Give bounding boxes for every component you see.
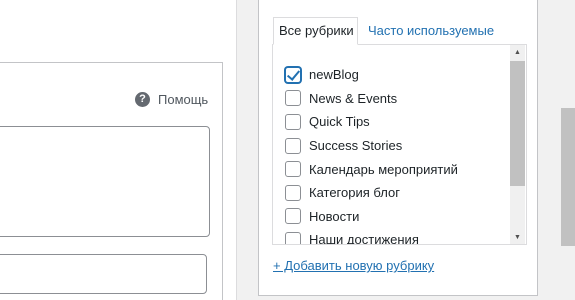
category-checkbox[interactable]: [285, 90, 301, 107]
category-item[interactable]: newBlog: [285, 63, 458, 87]
category-checkbox[interactable]: [285, 113, 301, 130]
category-list: newBlog News & Events Quick Tips Success…: [285, 63, 458, 245]
category-checkbox[interactable]: [285, 66, 301, 83]
category-checklist: newBlog News & Events Quick Tips Success…: [272, 44, 527, 245]
category-label: Календарь мероприятий: [309, 161, 458, 177]
tab-all-categories-label: Все рубрики: [279, 23, 354, 38]
category-scrollbar[interactable]: ▲ ▼: [510, 45, 525, 244]
category-label: Наши достижения: [309, 232, 419, 245]
category-checkbox[interactable]: [285, 231, 301, 244]
scroll-up-arrow-icon[interactable]: ▲: [510, 45, 525, 59]
question-circle-icon: ?: [135, 91, 150, 107]
category-checkbox[interactable]: [285, 208, 301, 225]
text-input[interactable]: [0, 254, 207, 294]
category-item[interactable]: Календарь мероприятий: [285, 157, 458, 181]
tab-most-used-label: Часто используемые: [368, 23, 495, 38]
excerpt-textarea[interactable]: [0, 126, 210, 237]
tab-all-categories[interactable]: Все рубрики: [273, 17, 358, 45]
category-item[interactable]: News & Events: [285, 87, 458, 111]
help-link[interactable]: ? Помощь: [135, 91, 208, 107]
category-item[interactable]: Новости: [285, 205, 458, 229]
category-label: Новости: [309, 208, 360, 224]
page-scrollbar-thumb[interactable]: [561, 108, 575, 246]
category-checkbox[interactable]: [285, 184, 301, 201]
category-label: Success Stories: [309, 138, 403, 154]
help-label: Помощь: [158, 91, 209, 107]
category-checkbox[interactable]: [285, 137, 301, 154]
category-item[interactable]: Наши достижения: [285, 228, 458, 245]
panel-divider: [236, 0, 237, 300]
category-label: newBlog: [309, 67, 359, 83]
category-checkbox[interactable]: [285, 161, 301, 178]
category-item[interactable]: Quick Tips: [285, 110, 458, 134]
category-label: News & Events: [309, 90, 398, 106]
category-item[interactable]: Success Stories: [285, 134, 458, 158]
category-label: Категория блог: [309, 185, 400, 201]
scrollbar-thumb[interactable]: [510, 61, 525, 186]
category-item[interactable]: Категория блог: [285, 181, 458, 205]
add-new-category-link[interactable]: + Добавить новую рубрику: [273, 258, 434, 273]
scroll-down-arrow-icon[interactable]: ▼: [510, 230, 525, 244]
tab-most-used[interactable]: Часто используемые: [368, 23, 494, 39]
category-label: Quick Tips: [309, 114, 370, 130]
